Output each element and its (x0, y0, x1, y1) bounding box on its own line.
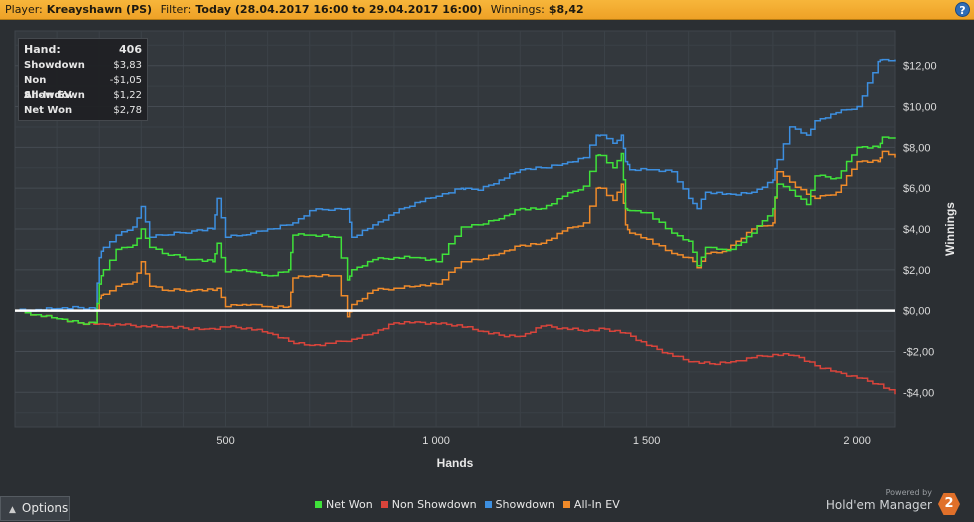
y-tick-label: $4,00 (903, 224, 931, 236)
hem2-logo-icon: 2 (938, 493, 960, 515)
legend-label: Non Showdown (391, 498, 477, 511)
legend-swatch (315, 501, 322, 508)
options-label: Options (21, 501, 69, 515)
powered-by-text: Powered by (885, 488, 932, 497)
filter-label: Filter: (160, 3, 192, 16)
stats-value: 406 (119, 43, 142, 56)
x-tick-label: 1 000 (422, 435, 450, 447)
winnings-label: Winnings: (490, 3, 545, 16)
footer-bar: ▲ Options Net Won Non Showdown Showdown All-… (0, 488, 974, 521)
stats-value: $2,78 (113, 105, 142, 116)
filter-value[interactable]: Today (28.04.2017 16:00 to 29.04.2017 16… (195, 0, 482, 19)
stats-panel: Hand: 406 Showdown $3,83 Non Showdown -$1,0… (18, 38, 148, 121)
legend-swatch (562, 501, 570, 508)
y-tick-label: $12,00 (903, 61, 937, 73)
x-tick-label: 500 (216, 435, 234, 447)
y-tick-label: $6,00 (903, 183, 931, 195)
player-value: Kreayshawn (PS) (46, 3, 153, 16)
y-tick-label: -$4,00 (903, 387, 934, 399)
stats-label: Showdown (24, 60, 85, 71)
legend-item-non-showdown[interactable]: Non Showdown (380, 498, 477, 511)
brand-name: Hold'em Manager (825, 498, 932, 512)
x-axis-label: Hands (437, 456, 474, 470)
y-tick-label: $8,00 (903, 142, 931, 154)
stats-value: $1,22 (113, 90, 142, 101)
y-tick-label: $0,00 (903, 306, 931, 318)
legend-item-showdown[interactable]: Showdown (484, 498, 555, 511)
stats-value: $3,83 (113, 60, 142, 71)
y-tick-label: $2,00 (903, 265, 931, 277)
legend-label: Net Won (326, 498, 373, 511)
help-icon[interactable]: ? (955, 2, 970, 17)
stats-row-hand: Hand: 406 (24, 41, 142, 58)
y-tick-label: -$2,00 (903, 346, 934, 358)
stats-label: Non Showdown (24, 75, 85, 101)
winnings-value: $8,42 (548, 3, 584, 16)
header-bar: Player: Kreayshawn (PS) Filter: Today (28.… (0, 0, 974, 20)
legend-label: Showdown (495, 498, 555, 511)
caret-up-icon: ▲ (9, 505, 16, 515)
stats-value: -$1,05 (109, 75, 142, 86)
legend-swatch (484, 501, 492, 508)
stats-label: All-In EV (24, 90, 72, 101)
player-label: Player: (5, 3, 43, 16)
chart-legend: Net Won Non Showdown Showdown All-In EV (315, 498, 620, 511)
legend-item-net-won[interactable]: Net Won (315, 498, 373, 511)
x-tick-label: 2 000 (843, 435, 871, 447)
y-tick-label: $10,00 (903, 102, 937, 114)
x-tick-label: 1 500 (633, 435, 661, 447)
stats-label: Net Won (24, 105, 73, 116)
y-axis-label: Winnings (943, 202, 957, 256)
stats-label: Hand: (24, 43, 61, 56)
legend-swatch (380, 501, 388, 508)
stats-row-non-showdown: Non Showdown -$1,05 (24, 73, 142, 101)
stats-row-showdown: Showdown $3,83 (24, 58, 142, 73)
brand-block: Powered by Hold'em Manager 2 (820, 488, 960, 520)
legend-label: All-In EV (573, 498, 620, 511)
stats-row-net-won: Net Won $2,78 (24, 103, 142, 118)
options-button[interactable]: ▲ Options (0, 496, 70, 521)
legend-item-all-in-ev[interactable]: All-In EV (562, 498, 620, 511)
